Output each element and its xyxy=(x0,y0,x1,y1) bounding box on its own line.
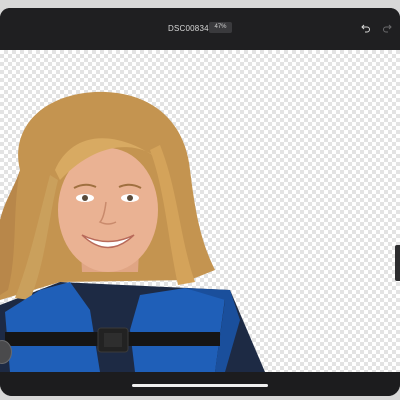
zoom-level-button[interactable]: 47% xyxy=(209,22,232,33)
image-canvas[interactable] xyxy=(0,50,400,372)
app-screen: DSC00834 * 47% xyxy=(0,8,400,396)
bottom-bar xyxy=(0,372,400,396)
undo-icon[interactable] xyxy=(359,21,373,35)
redo-icon[interactable] xyxy=(380,21,394,35)
subject-cutout-image xyxy=(0,91,265,372)
top-toolbar: DSC00834 * 47% xyxy=(0,8,400,50)
side-panel-handle[interactable] xyxy=(395,245,400,281)
device-frame: DSC00834 * 47% xyxy=(0,0,400,400)
document-title: DSC00834 * xyxy=(168,24,215,33)
home-indicator[interactable] xyxy=(132,384,268,387)
